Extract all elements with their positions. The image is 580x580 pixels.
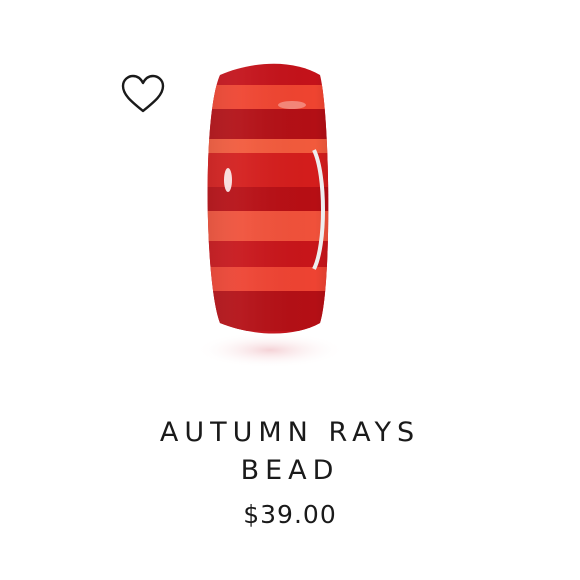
product-card: AUTUMN RAYS BEAD $39.00 (0, 0, 580, 580)
product-title-line2: BEAD (240, 455, 340, 486)
wishlist-heart-icon[interactable] (120, 73, 166, 115)
product-title-line1: AUTUMN RAYS (159, 417, 421, 448)
product-title[interactable]: AUTUMN RAYS BEAD (0, 414, 580, 490)
product-price: $39.00 (243, 500, 337, 529)
product-image[interactable] (180, 55, 360, 375)
bead-image (195, 63, 345, 368)
